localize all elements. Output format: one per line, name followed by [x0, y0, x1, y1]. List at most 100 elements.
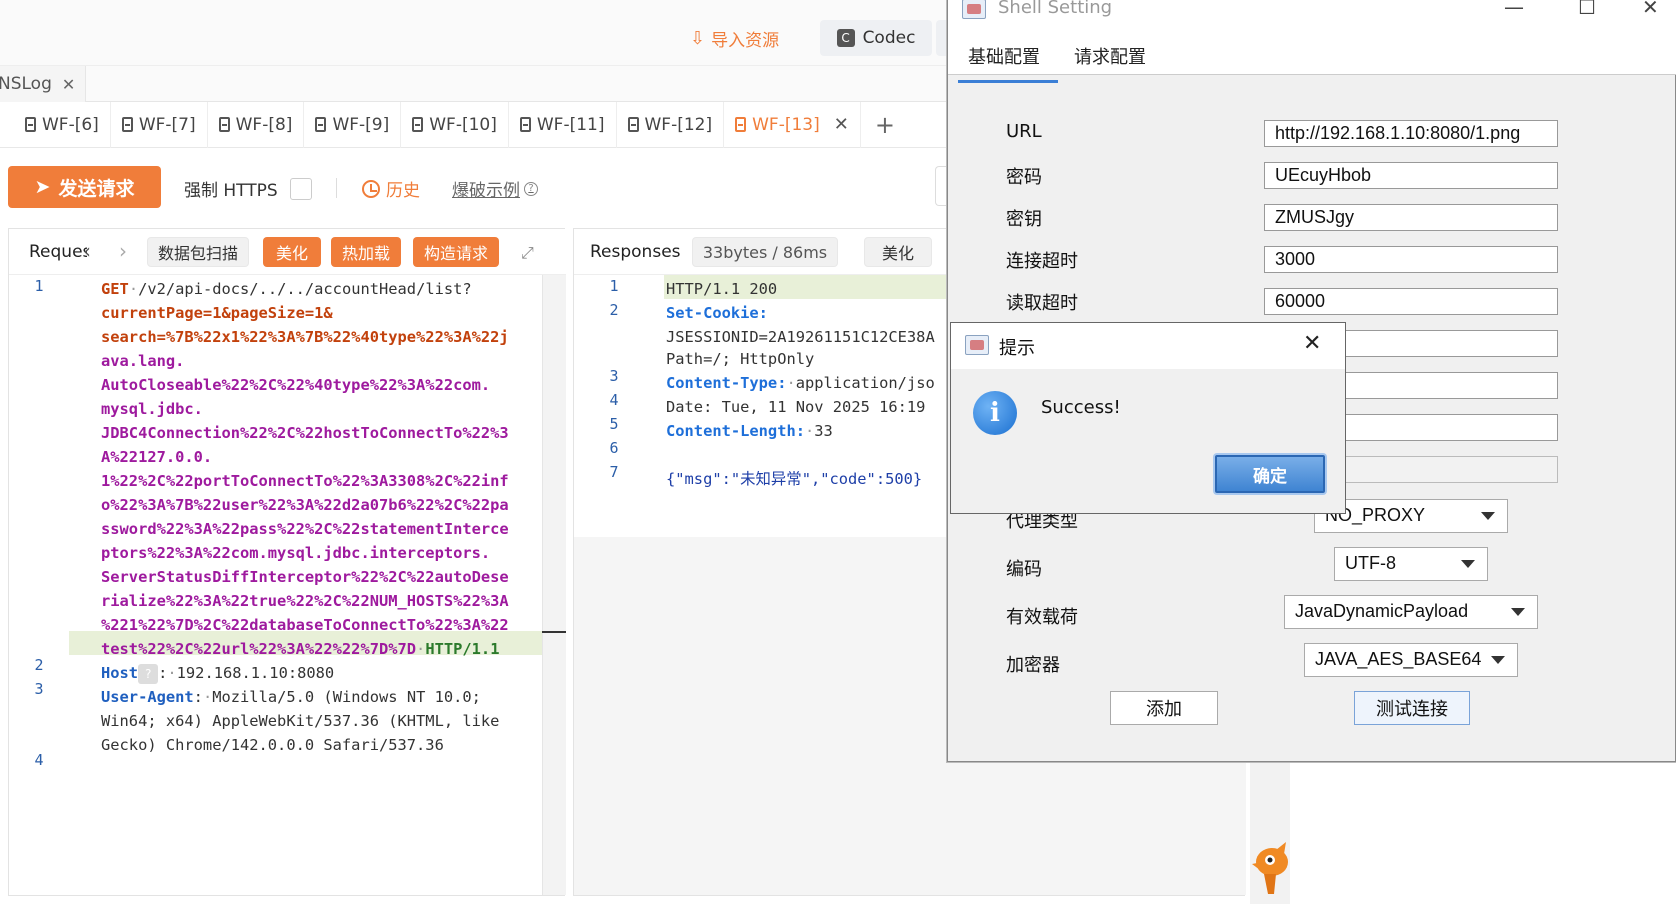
minimize-icon[interactable]: —	[1504, 0, 1524, 19]
force-https-toggle: 强制 HTTPS	[184, 176, 312, 201]
header-key: Content-Length:	[666, 422, 805, 440]
close-icon[interactable]: ✕	[1303, 331, 1321, 356]
line-number: 3	[34, 680, 44, 698]
hotload-button[interactable]: 热加载	[331, 237, 401, 267]
document-icon	[627, 117, 639, 132]
add-button[interactable]: 添加	[1110, 691, 1218, 725]
tab-label: WF-[12]	[644, 114, 713, 135]
help-icon: ?	[524, 181, 538, 196]
tab-wf-8[interactable]: WF-[8]	[208, 101, 305, 148]
history-button[interactable]: 历史	[362, 176, 420, 201]
header-user-agent: User-Agent:·Mozilla/5.0 (Windows NT 10.0…	[101, 688, 481, 706]
close-icon[interactable]: ✕	[834, 114, 849, 135]
tab-wf-12[interactable]: WF-[12]	[617, 101, 725, 148]
header-value-cont: Path=/; HttpOnly	[666, 350, 815, 368]
codec-button[interactable]: C Codec	[820, 20, 932, 56]
history-label: 历史	[386, 181, 420, 201]
connect-timeout-field[interactable]	[1264, 246, 1558, 273]
chevron-right-icon[interactable]: ›	[119, 239, 127, 263]
tab-label: WF-[11]	[536, 114, 605, 135]
import-resource-label: 导入资源	[711, 30, 780, 51]
header-value: JSESSIONID=2A19261151C12CE38A	[666, 328, 935, 346]
line-number: 3	[609, 367, 619, 385]
info-icon: i	[973, 391, 1017, 435]
tab-wf-11[interactable]: WF-[11]	[509, 101, 617, 148]
document-icon	[25, 117, 36, 132]
encoding-label: 编码	[1006, 559, 1042, 580]
encoding-value: UTF-8	[1345, 553, 1396, 573]
line-number: 2	[609, 301, 619, 319]
header-date: Date: Tue, 11 Nov 2025 16:19	[666, 398, 926, 416]
line-number: 1	[609, 277, 619, 295]
tab-request-config[interactable]: 请求配置	[1074, 43, 1146, 69]
send-request-label: 发送请求	[58, 177, 135, 200]
header-host: Host?:·192.168.1.10:8080	[101, 663, 335, 684]
tab-wf-7[interactable]: WF-[7]	[111, 101, 208, 148]
beautify-button[interactable]: 美化	[263, 237, 321, 267]
query-line: %221%22%7D%2C%22databaseToConnectTo%22%3…	[101, 616, 509, 634]
query-line: AutoCloseable%22%2C%22%40type%22%3A%22co…	[101, 376, 491, 394]
secret-key-field[interactable]	[1264, 204, 1558, 231]
placeholder-icon: ?	[138, 663, 159, 684]
add-tab-icon[interactable]: +	[861, 111, 909, 139]
header-value-cont: Gecko) Chrome/142.0.0.0 Safari/537.36	[101, 736, 444, 754]
expand-icon[interactable]: ⤢	[521, 243, 539, 262]
cryptor-select[interactable]: JAVA_AES_BASE64	[1304, 643, 1518, 677]
header-key: User-Agent	[101, 688, 194, 706]
test-connection-button[interactable]: 测试连接	[1354, 691, 1470, 725]
encoding-select[interactable]: UTF-8	[1334, 547, 1488, 581]
tab-wf-10[interactable]: WF-[10]	[401, 101, 509, 148]
cryptor-label: 加密器	[1006, 655, 1060, 676]
query-line: ava.lang.	[101, 352, 185, 370]
line-number: 2	[34, 656, 44, 674]
query-line: search=%7B%22x1%22%3A%7B%22%40type%22%3A…	[101, 328, 509, 346]
read-timeout-label: 读取超时	[1006, 293, 1078, 314]
toolbar-edge	[935, 166, 947, 206]
document-icon	[315, 117, 327, 132]
close-icon[interactable]: ✕	[1642, 0, 1659, 19]
request-scrollbar[interactable]	[542, 275, 566, 895]
document-icon	[412, 117, 424, 132]
chevron-down-icon	[1481, 512, 1495, 520]
force-https-checkbox[interactable]	[289, 177, 312, 200]
brute-example-link[interactable]: 爆破示例 ?	[452, 176, 538, 201]
http-method: GET	[101, 280, 129, 298]
tab-nslog-label: NSLog	[0, 74, 52, 94]
shell-setting-titlebar: Shell Setting — ☐ ✕	[948, 0, 1676, 31]
query-line: ssword%22%3A%22pass%22%2C%22statementInt…	[101, 520, 509, 538]
maximize-icon[interactable]: ☐	[1578, 0, 1596, 19]
query-line: ptors%22%3A%22com.mysql.jdbc.interceptor…	[101, 544, 491, 562]
url-label: URL	[1006, 121, 1042, 142]
status-line: HTTP/1.1 200	[666, 280, 778, 298]
tab-nslog[interactable]: NSLog ✕	[0, 66, 86, 102]
query-line: o%22%3A%7B%22user%22%3A%22d2a07b6%22%2C%…	[101, 496, 509, 514]
read-timeout-field[interactable]	[1264, 288, 1558, 315]
payload-value: JavaDynamicPayload	[1295, 601, 1469, 621]
packet-scan-button[interactable]: 数据包扫描	[147, 237, 249, 267]
java-icon	[962, 0, 986, 19]
ok-button[interactable]: 确定	[1215, 455, 1325, 493]
tab-basic-config[interactable]: 基础配置	[958, 43, 1058, 83]
url-field[interactable]	[1264, 120, 1558, 147]
document-icon	[735, 117, 747, 132]
request-editor[interactable]: 1 2 3 4 GET·/v2/api-docs/../../accountHe…	[9, 275, 566, 895]
tab-wf-6[interactable]: WF-[6]	[14, 101, 111, 148]
construct-request-button[interactable]: 构造请求	[413, 237, 499, 267]
divider	[336, 178, 337, 198]
payload-select[interactable]: JavaDynamicPayload	[1284, 595, 1538, 629]
line-number: 4	[609, 391, 619, 409]
document-icon	[519, 117, 531, 132]
send-request-button[interactable]: ➤ 发送请求	[8, 166, 161, 208]
tab-label: WF-[7]	[138, 114, 196, 135]
password-field[interactable]	[1264, 162, 1558, 189]
tab-wf-13[interactable]: WF-[13] ✕	[724, 101, 861, 148]
chevron-left-icon[interactable]: ‹	[83, 239, 91, 263]
tab-label: WF-[9]	[332, 114, 390, 135]
close-icon[interactable]: ✕	[62, 75, 75, 94]
codec-label: Codec	[862, 28, 916, 48]
import-resource-button[interactable]: ⇩ 导入资源	[690, 22, 779, 54]
response-beautify-button[interactable]: 美化	[864, 237, 932, 267]
request-path: /v2/api-docs/../../accountHead/list?	[138, 280, 472, 298]
query-line: rialize%22%3A%22true%22%2C%22NUM_HOSTS%2…	[101, 592, 509, 610]
tab-wf-9[interactable]: WF-[9]	[304, 101, 402, 148]
